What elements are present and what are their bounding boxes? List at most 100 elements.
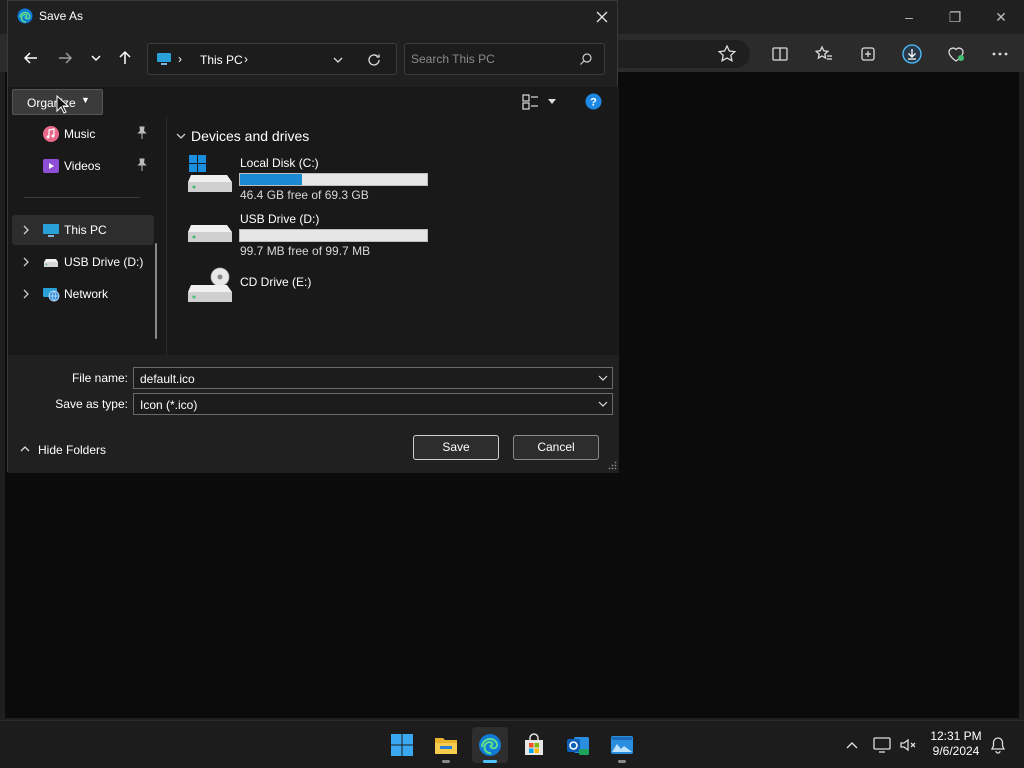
favorite-star-icon[interactable] <box>715 42 739 66</box>
path-separator-icon: › <box>178 52 182 66</box>
windows-start-icon <box>391 734 413 756</box>
clock-date: 9/6/2024 <box>932 744 980 758</box>
close-window-icon[interactable]: ✕ <box>990 6 1012 28</box>
dialog-title-bar[interactable]: Save As <box>8 1 619 33</box>
save-as-dialog: Save As › This PC › Organize ▼ ? <box>7 0 619 473</box>
file-name-label: File name: <box>71 371 128 385</box>
expand-chevron-icon[interactable] <box>21 255 31 269</box>
path-segment-this-pc[interactable]: This PC <box>200 53 243 67</box>
edge-browser-icon <box>479 734 501 756</box>
drive-usage-bar <box>239 173 428 186</box>
sidebar-item-label: Network <box>64 287 109 301</box>
browser-essentials-icon[interactable] <box>944 42 968 66</box>
sidebar-scrollbar[interactable] <box>155 243 157 339</box>
favorites-icon[interactable] <box>812 42 836 66</box>
cd-drive-icon <box>188 267 232 302</box>
file-name-field[interactable]: default.ico <box>133 367 613 389</box>
taskbar-file-explorer[interactable] <box>428 727 464 763</box>
save-type-label: Save as type: <box>55 397 128 411</box>
sidebar-item-label: Music <box>64 127 96 141</box>
more-options-icon[interactable] <box>988 42 1012 66</box>
resize-grip-icon[interactable] <box>608 461 617 470</box>
drive-item-local-disk-c[interactable]: Local Disk (C:) 46.4 GB free of 69.3 GB <box>187 155 447 205</box>
sidebar-item-usb-drive[interactable]: USB Drive (D:) <box>12 247 154 277</box>
clock-time: 12:31 PM <box>930 729 982 743</box>
organize-chevron-icon: ▼ <box>81 95 90 105</box>
volume-muted-icon[interactable] <box>898 735 918 755</box>
edge-logo-icon <box>17 8 33 24</box>
file-explorer-icon <box>435 738 457 754</box>
path-chevron-icon[interactable]: › <box>244 52 248 66</box>
start-button[interactable] <box>384 727 420 763</box>
sidebar-item-network[interactable]: Network <box>12 279 154 309</box>
sidebar-item-this-pc[interactable]: This PC <box>12 215 154 245</box>
dialog-title: Save As <box>39 9 84 23</box>
command-bar: Organize ▼ ? <box>8 87 619 117</box>
cancel-button[interactable]: Cancel <box>513 435 599 460</box>
search-icon[interactable] <box>579 52 593 66</box>
split-screen-icon[interactable] <box>768 42 792 66</box>
search-box[interactable] <box>404 43 605 75</box>
microsoft-store-icon <box>525 733 543 755</box>
address-path-box[interactable]: › This PC › <box>147 43 397 75</box>
pin-icon[interactable] <box>136 158 148 172</box>
app-active-indicator <box>483 760 497 763</box>
taskbar-edge[interactable] <box>472 727 508 763</box>
view-dropdown-icon[interactable] <box>547 98 557 106</box>
taskbar: 12:31 PM 9/6/2024 <box>0 720 1024 768</box>
path-dropdown-icon[interactable] <box>332 55 344 65</box>
image-editor-icon <box>611 736 633 754</box>
collections-icon[interactable] <box>856 42 880 66</box>
expand-chevron-icon[interactable] <box>21 223 31 237</box>
file-name-dropdown-icon[interactable] <box>598 374 608 382</box>
drive-item-usb-drive-d[interactable]: USB Drive (D:) 99.7 MB free of 99.7 MB <box>187 211 447 261</box>
network-icon <box>43 288 60 302</box>
recent-locations-chevron-icon[interactable] <box>85 47 107 69</box>
group-title: Devices and drives <box>191 128 310 144</box>
save-button[interactable]: Save <box>413 435 499 460</box>
back-arrow-icon[interactable] <box>20 47 42 69</box>
mouse-cursor-icon <box>56 95 70 114</box>
videos-icon <box>43 159 59 173</box>
this-pc-icon <box>157 53 171 65</box>
drive-item-cd-drive-e[interactable]: CD Drive (E:) <box>187 267 447 317</box>
search-input[interactable] <box>411 50 571 68</box>
sidebar-divider <box>24 197 140 198</box>
refresh-icon[interactable] <box>366 52 382 68</box>
svg-text:?: ? <box>590 97 597 109</box>
close-dialog-icon[interactable] <box>592 7 612 27</box>
music-icon <box>43 126 59 142</box>
help-icon[interactable]: ? <box>585 93 602 110</box>
collapse-chevron-icon[interactable] <box>175 131 187 141</box>
sidebar-item-label: Videos <box>64 159 101 173</box>
save-type-dropdown-icon[interactable] <box>598 400 608 408</box>
taskbar-outlook[interactable] <box>560 727 596 763</box>
taskbar-store[interactable] <box>516 727 552 763</box>
file-list-pane: Devices and drives Local Disk (C:) 46.4 … <box>166 117 619 355</box>
pin-icon[interactable] <box>136 126 148 140</box>
up-arrow-icon[interactable] <box>114 47 136 69</box>
sidebar-item-music[interactable]: Music <box>12 119 154 149</box>
save-type-value: Icon (*.ico) <box>140 398 198 412</box>
sidebar-item-videos[interactable]: Videos <box>12 151 154 181</box>
taskbar-image-app[interactable] <box>604 727 640 763</box>
minimize-icon[interactable]: – <box>898 6 920 28</box>
navigation-pane: Music Videos This PC USB Drive (D:) Netw… <box>8 117 166 355</box>
downloads-icon[interactable] <box>900 42 924 66</box>
drive-free-space: 99.7 MB free of 99.7 MB <box>240 244 371 258</box>
change-view-icon[interactable] <box>522 94 540 110</box>
show-hidden-icons-chevron-icon[interactable] <box>842 735 862 755</box>
notifications-bell-icon[interactable] <box>988 735 1008 755</box>
app-running-indicator <box>442 760 450 763</box>
taskbar-clock[interactable]: 12:31 PM 9/6/2024 <box>926 729 986 759</box>
save-form: File name: default.ico Save as type: Ico… <box>8 355 619 473</box>
forward-arrow-icon[interactable] <box>54 47 76 69</box>
expand-chevron-icon[interactable] <box>21 287 31 301</box>
save-type-select[interactable]: Icon (*.ico) <box>133 393 613 415</box>
drive-name: USB Drive (D:) <box>240 212 320 226</box>
drive-usage-fill <box>240 174 302 185</box>
sidebar-item-label: USB Drive (D:) <box>64 255 144 269</box>
restore-icon[interactable]: ❐ <box>944 6 966 28</box>
screen-display-icon[interactable] <box>872 735 892 755</box>
usb-drive-icon <box>44 259 58 267</box>
